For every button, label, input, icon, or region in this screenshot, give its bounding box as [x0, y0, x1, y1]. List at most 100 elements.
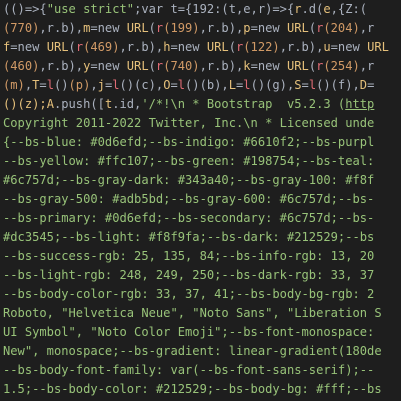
code-line: (770),r.b),m=new URL(r(199),r.b),p=new U… — [0, 19, 401, 38]
code-token: ( — [228, 40, 236, 54]
code-token: URL — [126, 59, 149, 73]
code-line: UI Symbol", "Noto Color Emoji";--bs-font… — [0, 323, 401, 342]
code-token: ,{Z:( — [330, 2, 368, 16]
code-token: L — [228, 78, 236, 92]
code-token: =new — [250, 59, 287, 73]
code-token: ()(z); — [3, 97, 47, 111]
code-line: Copyright 2011-2022 Twitter, Inc.\n * Li… — [0, 114, 401, 133]
code-token: Roboto, "Helvetica Neue", "Noto Sans", "… — [3, 306, 382, 320]
code-line: --bs-gray-500: #adb5bd;--bs-gray-600: #6… — [0, 190, 401, 209]
code-line: f=new URL(r(469),r.b),h=new URL(r(122),r… — [0, 38, 401, 57]
code-token: =new — [10, 40, 47, 54]
code-token: l — [46, 78, 54, 92]
code-token: "use strict" — [46, 2, 135, 16]
code-token: (122) — [243, 40, 280, 54]
code-token: l — [177, 78, 186, 92]
code-token: ()(b), — [185, 78, 229, 92]
code-token: URL — [126, 21, 149, 35]
code-token: var — [141, 2, 164, 16]
code-token: #6c757d;--bs-gray-dark: #343a40;--bs-gra… — [3, 173, 375, 187]
code-token: http — [345, 97, 375, 111]
code-token: = — [301, 78, 309, 92]
code-token: ,r.b), — [279, 40, 324, 54]
code-editor[interactable]: (()=>{"use strict";var t={192:(t,e,r)=>{… — [0, 0, 401, 401]
code-token: 1.5;--bs-body-color: #212529;--bs-body-b… — [3, 382, 382, 396]
code-line: 1.5;--bs-body-color: #212529;--bs-body-b… — [0, 380, 401, 399]
code-token: () — [53, 78, 69, 92]
code-token: , — [90, 78, 98, 92]
code-token: (460) — [3, 59, 40, 73]
code-line: ()(z);A.push([t.id,'/*!\n * Bootstrap v5… — [0, 95, 401, 114]
code-token: ( — [68, 40, 76, 54]
code-token: l — [112, 78, 120, 92]
code-token: l — [308, 78, 317, 92]
code-token: (254) — [323, 59, 360, 73]
code-token: '/*!\n * Bootstrap v5.2.3 ( — [141, 97, 346, 111]
code-token: A — [46, 97, 54, 111]
code-token: (m) — [3, 78, 25, 92]
code-token: --bs-body-color-rgb: 33, 37, 41;--bs-bod… — [3, 287, 375, 301]
code-token: ( — [308, 21, 317, 35]
code-line: --bs-body-color-rgb: 33, 37, 41;--bs-bod… — [0, 285, 401, 304]
code-token: --bs-success-rgb: 25, 135, 84;--bs-info-… — [3, 249, 375, 263]
code-line: --bs-yellow: #ffc107;--bs-green: #198754… — [0, 152, 401, 171]
code-token: u — [323, 40, 331, 54]
code-token: e — [323, 2, 331, 16]
code-line: {--bs-blue: #0d6efd;--bs-indigo: #6610f2… — [0, 133, 401, 152]
code-token: URL — [46, 40, 69, 54]
code-token: URL — [367, 40, 389, 54]
code-line: (m),T=l()(p),j=l()(c),O=l()(b),L=l()(g),… — [0, 76, 401, 95]
code-token: --bs-gray-500: #adb5bd;--bs-gray-600: #6… — [3, 192, 375, 206]
code-token: URL — [206, 40, 229, 54]
code-token: New", monospace;--bs-gradient: linear-gr… — [3, 344, 382, 358]
code-token: URL — [286, 21, 309, 35]
code-token: ()(c), — [119, 78, 164, 92]
code-token: --bs-light-rgb: 248, 249, 250;--bs-dark-… — [3, 268, 375, 282]
code-token: (199) — [163, 21, 200, 35]
code-token: l — [243, 78, 251, 92]
code-line: --bs-primary: #0d6efd;--bs-secondary: #6… — [0, 209, 401, 228]
code-token: ( — [148, 59, 156, 73]
code-token: UI Symbol", "Noto Color Emoji";--bs-font… — [3, 325, 375, 339]
code-token: D — [359, 78, 368, 92]
code-token: ,r — [359, 59, 375, 73]
code-token: #dc3545;--bs-light: #f8f9fa;--bs-dark: #… — [3, 230, 375, 244]
code-token: {--bs-blue: #0d6efd;--bs-indigo: #6610f2… — [3, 135, 375, 149]
code-token: ,r.b), — [39, 21, 84, 35]
code-token: r — [294, 2, 302, 16]
code-token: .d( — [301, 2, 324, 16]
code-token: (204) — [323, 21, 360, 35]
code-token: (469) — [83, 40, 120, 54]
code-token: p — [243, 21, 251, 35]
code-line: --bs-light-rgb: 248, 249, 250;--bs-dark-… — [0, 266, 401, 285]
code-token: ()(f), — [316, 78, 360, 92]
code-token: ,r.b), — [39, 59, 84, 73]
code-line: Roboto, "Helvetica Neue", "Noto Sans", "… — [0, 304, 401, 323]
code-token: t= — [163, 2, 186, 16]
code-token: --bs-body-font-family: var(--bs-font-san… — [3, 363, 375, 377]
code-token: ,r.b), — [199, 21, 244, 35]
code-token: (p) — [68, 78, 91, 92]
code-token: .push([ — [53, 97, 105, 111]
code-token: (()=>{ — [3, 2, 47, 16]
code-token: ()(g), — [250, 78, 295, 92]
code-token: Copyright 2011-2022 Twitter, Inc.\n * Li… — [3, 116, 375, 130]
code-token: (740) — [163, 59, 200, 73]
code-token: --bs-primary: #0d6efd;--bs-secondary: #6… — [3, 211, 375, 225]
code-token: =new — [330, 40, 368, 54]
code-token: ( — [148, 21, 156, 35]
code-token: ( — [308, 59, 317, 73]
code-line: (()=>{"use strict";var t={192:(t,e,r)=>{… — [0, 0, 401, 19]
code-token: ,r — [359, 21, 375, 35]
code-token: = — [367, 78, 375, 92]
code-line: --bs-body-font-family: var(--bs-font-san… — [0, 361, 401, 380]
code-token: j — [97, 78, 105, 92]
code-line: New", monospace;--bs-gradient: linear-gr… — [0, 342, 401, 361]
code-token: --bs-yellow: #ffc107;--bs-green: #198754… — [3, 154, 375, 168]
code-token: =new — [90, 59, 127, 73]
code-token: ,r.b), — [199, 59, 244, 73]
code-token: {192:(t,e,r)=>{ — [185, 2, 295, 16]
code-token: =new — [250, 21, 287, 35]
code-token: k — [243, 59, 251, 73]
code-token: =new — [90, 21, 127, 35]
